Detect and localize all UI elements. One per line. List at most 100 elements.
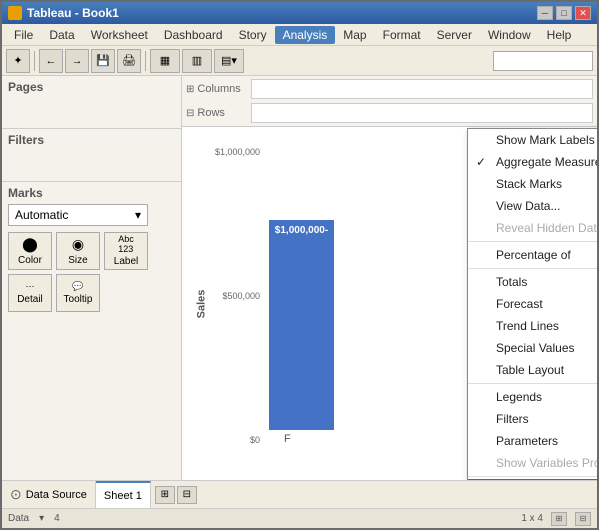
menu-separator-1 (468, 241, 597, 242)
checkmark-icon: ✓ (476, 155, 486, 169)
menu-analysis[interactable]: Analysis (275, 26, 336, 44)
menu-item-totals[interactable]: Totals ▶ (468, 271, 597, 293)
menu-item-aggregate-measures[interactable]: ✓ Aggregate Measures (468, 151, 597, 173)
marks-detail-button[interactable]: ⋯ Detail (8, 274, 52, 312)
bar-label-1: $1,000,000- (269, 225, 334, 236)
forward-button[interactable]: → (65, 49, 89, 73)
detail-icon: ⋯ (26, 281, 35, 292)
close-button[interactable]: ✕ (575, 6, 591, 20)
size-icon: ◉ (72, 236, 84, 253)
rows-content[interactable] (251, 103, 593, 123)
filters-label: Filters (8, 133, 175, 147)
menu-story[interactable]: Story (231, 26, 275, 44)
chart-btn3[interactable]: ▤▾ (214, 49, 244, 73)
menu-format[interactable]: Format (375, 26, 429, 44)
pages-section: Pages (2, 76, 181, 129)
menu-item-forecast[interactable]: Forecast ▶ (468, 293, 597, 315)
add-dashboard-button[interactable]: ⊟ (177, 486, 197, 504)
menu-item-legends[interactable]: Legends ▶ (468, 386, 597, 408)
menu-item-percentage-of[interactable]: Percentage of ▶ (468, 244, 597, 266)
menu-file[interactable]: File (6, 26, 41, 44)
datasource-icon: ⊙ (10, 486, 22, 503)
status-rows-cols: 1 x 4 (521, 513, 543, 524)
menu-item-view-data[interactable]: View Data... (468, 195, 597, 217)
marks-dropdown[interactable]: Automatic ▾ (8, 204, 148, 226)
tab-sheet1[interactable]: Sheet 1 (96, 481, 151, 508)
pages-label: Pages (8, 80, 175, 94)
status-right: 1 x 4 ⊞ ⊟ (521, 512, 591, 526)
columns-content[interactable] (251, 79, 593, 99)
search-input[interactable] (493, 51, 593, 71)
menu-separator-2 (468, 268, 597, 269)
y-label-top: $1,000,000 (215, 147, 260, 157)
menu-item-label: Legends (496, 390, 542, 404)
fit-view-button[interactable]: ⊟ (575, 512, 591, 526)
marks-label: Marks (8, 186, 175, 200)
menu-item-label: Forecast (496, 297, 543, 311)
menu-item-label: Aggregate Measures (496, 155, 597, 169)
marks-label-button[interactable]: Abc123 Label (104, 232, 148, 270)
menu-item-create-calculated[interactable]: Create Calculated Field... (468, 479, 597, 480)
filters-content (8, 147, 175, 177)
menu-server[interactable]: Server (429, 26, 480, 44)
marks-tooltip-button[interactable]: 💬 Tooltip (56, 274, 100, 312)
menu-item-reveal-hidden: Reveal Hidden Data (468, 217, 597, 239)
menu-item-table-layout[interactable]: Table Layout ▶ (468, 359, 597, 381)
marks-size-button[interactable]: ◉ Size (56, 232, 100, 270)
columns-shelf: ⊞ Columns (186, 78, 593, 100)
rows-icon: ⊟ (186, 108, 194, 119)
chart-btn1[interactable]: ▦ (150, 49, 180, 73)
menu-window[interactable]: Window (480, 26, 539, 44)
tab-datasource[interactable]: ⊙ Data Source (2, 481, 96, 508)
new-button[interactable]: ✦ (6, 49, 30, 73)
marks-label-label: Label (114, 256, 138, 267)
menu-dashboard[interactable]: Dashboard (156, 26, 231, 44)
bottom-tabs-bar: ⊙ Data Source Sheet 1 ⊞ ⊟ (2, 480, 597, 508)
y-axis-labels: $1,000,000 $500,000 $0 (224, 142, 262, 450)
columns-icon: ⊞ (186, 84, 194, 95)
y-axis-title: Sales (195, 289, 207, 318)
status-source: Data (8, 513, 29, 524)
datasource-label: Data Source (26, 489, 87, 501)
marks-color-button[interactable]: ⬤ Color (8, 232, 52, 270)
rows-shelf: ⊟ Rows (186, 102, 593, 124)
menu-separator-4 (468, 476, 597, 477)
menu-item-label: Show Variables Prompt... (496, 456, 597, 470)
title-bar: Tableau - Book1 ─ □ ✕ (2, 2, 597, 24)
tab-add-buttons: ⊞ ⊟ (151, 486, 201, 504)
menu-item-label: Show Mark Labels (496, 133, 595, 147)
rows-label: ⊟ Rows (186, 107, 251, 119)
maximize-button[interactable]: □ (556, 6, 572, 20)
marks-buttons: ⬤ Color ◉ Size Abc123 Label ⋯ Detail (8, 232, 175, 312)
chart-btn2[interactable]: ▥ (182, 49, 212, 73)
save-button[interactable]: 💾 (91, 49, 115, 73)
toolbar: ✦ ← → 💾 🖨 ▦ ▥ ▤▾ (2, 46, 597, 76)
grid-view-button[interactable]: ⊞ (551, 512, 567, 526)
menu-data[interactable]: Data (41, 26, 82, 44)
menu-item-label: Totals (496, 275, 527, 289)
analysis-dropdown-menu: Show Mark Labels ✓ Aggregate Measures St… (467, 128, 597, 480)
chart-area: ⊞ Columns ⊟ Rows Sales (182, 76, 597, 480)
menu-item-trend-lines[interactable]: Trend Lines ▶ (468, 315, 597, 337)
menu-item-parameters[interactable]: Parameters ▶ (468, 430, 597, 452)
menu-worksheet[interactable]: Worksheet (83, 26, 156, 44)
menu-map[interactable]: Map (335, 26, 374, 44)
marks-dropdown-arrow: ▾ (135, 208, 141, 222)
menu-item-label: Table Layout (496, 363, 564, 377)
menu-item-stack-marks[interactable]: Stack Marks ▶ (468, 173, 597, 195)
add-sheet-button[interactable]: ⊞ (155, 486, 175, 504)
menu-item-show-mark-labels[interactable]: Show Mark Labels (468, 129, 597, 151)
shelves: ⊞ Columns ⊟ Rows (182, 76, 597, 127)
menu-item-special-values[interactable]: Special Values ▶ (468, 337, 597, 359)
menu-help[interactable]: Help (539, 26, 580, 44)
menu-separator-3 (468, 383, 597, 384)
menu-item-label: Parameters (496, 434, 558, 448)
menu-item-filters[interactable]: Filters ▶ (468, 408, 597, 430)
back-button[interactable]: ← (39, 49, 63, 73)
minimize-button[interactable]: ─ (537, 6, 553, 20)
print-button[interactable]: 🖨 (117, 49, 141, 73)
color-icon: ⬤ (22, 236, 38, 253)
columns-label: ⊞ Columns (186, 83, 251, 95)
menu-item-label: Special Values (496, 341, 575, 355)
sidebar: Pages Filters Marks Automatic ▾ ⬤ Color (2, 76, 182, 480)
